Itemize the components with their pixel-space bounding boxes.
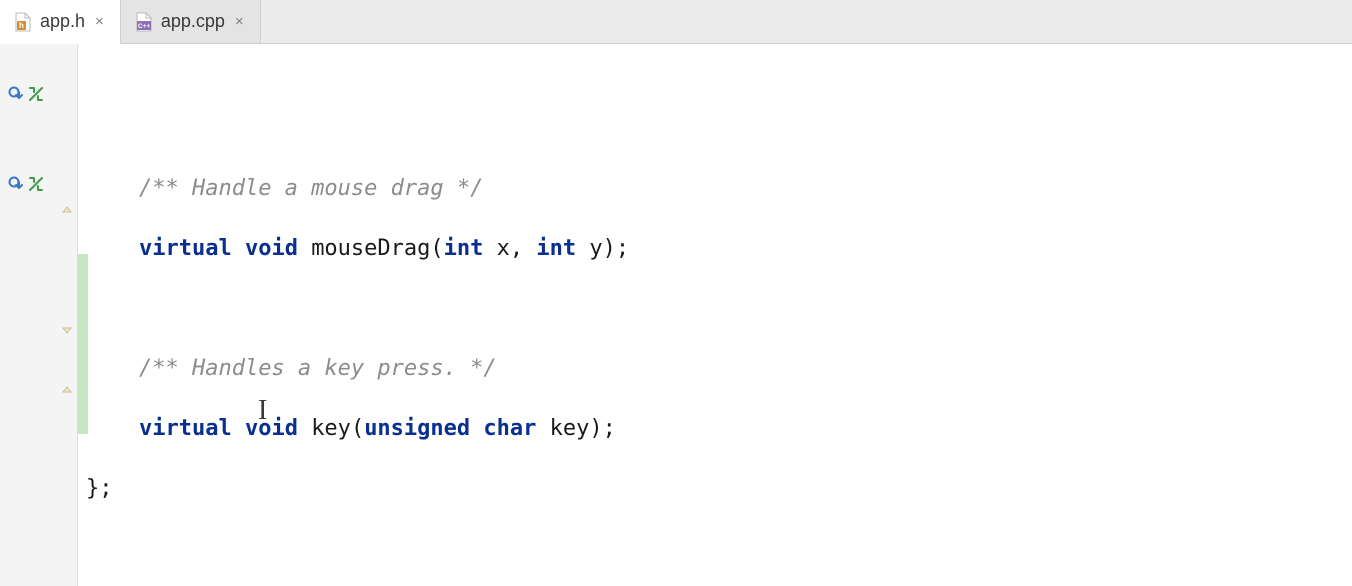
implements-icon (28, 86, 44, 102)
vcs-change-marker (78, 254, 88, 434)
gutter (0, 44, 78, 586)
fold-handle-icon[interactable] (61, 324, 73, 336)
code-comment: /** Handle a mouse drag */ (139, 176, 483, 201)
cpp-file-icon: C++ (135, 12, 153, 32)
close-icon[interactable]: × (233, 14, 246, 29)
kw-int: int (444, 236, 484, 261)
close-icon[interactable]: × (93, 14, 106, 29)
kw-int: int (536, 236, 576, 261)
class-close-brace: }; (86, 476, 113, 501)
gutter-override-mark[interactable] (8, 86, 44, 102)
svg-text:h: h (19, 21, 24, 30)
gutter-override-mark[interactable] (8, 176, 44, 192)
editor: /** Handle a mouse drag */ virtual void … (0, 44, 1352, 586)
tab-bar: h app.h × C++ app.cpp × (0, 0, 1352, 44)
override-down-icon (8, 176, 24, 192)
code-comment: /** Handles a key press. */ (139, 356, 497, 381)
fold-handle-icon[interactable] (61, 204, 73, 216)
tab-label: app.cpp (161, 11, 225, 32)
implements-icon (28, 176, 44, 192)
param-key: key (550, 416, 590, 441)
kw-void: void (245, 236, 298, 261)
svg-text:C++: C++ (138, 23, 150, 30)
param-y: y (589, 236, 602, 261)
fn-key: key (311, 416, 351, 441)
kw-char: char (483, 416, 536, 441)
h-file-icon: h (14, 12, 32, 32)
fold-handle-icon[interactable] (61, 384, 73, 396)
kw-void: void (245, 416, 298, 441)
kw-virtual: virtual (139, 416, 232, 441)
tab-app-cpp[interactable]: C++ app.cpp × (121, 0, 261, 43)
tab-app-h[interactable]: h app.h × (0, 0, 121, 44)
param-x: x (497, 236, 510, 261)
kw-unsigned: unsigned (364, 416, 470, 441)
code-area[interactable]: /** Handle a mouse drag */ virtual void … (78, 44, 1352, 586)
tab-label: app.h (40, 11, 85, 32)
kw-virtual: virtual (139, 236, 232, 261)
override-down-icon (8, 86, 24, 102)
fn-mousedrag: mouseDrag (311, 236, 430, 261)
